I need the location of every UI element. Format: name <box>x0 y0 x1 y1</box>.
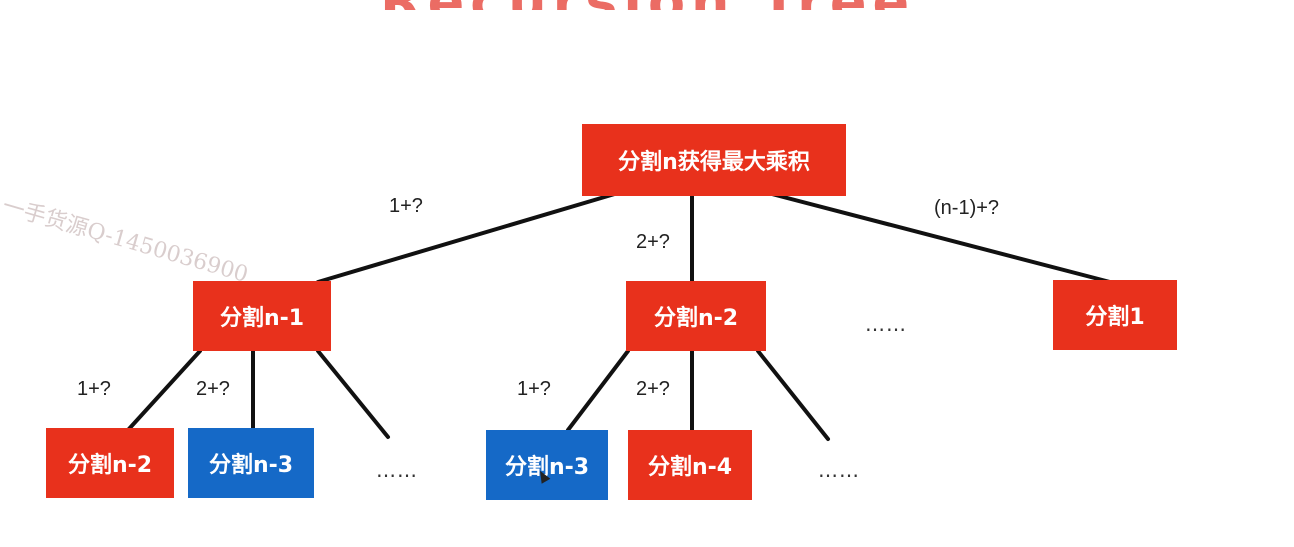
edge-root-n1 <box>316 191 620 284</box>
ellipsis-n1-more: …… <box>376 458 418 482</box>
edge-label-root-2: 2+? <box>636 231 670 253</box>
edge-label-n1-2: 2+? <box>196 378 230 400</box>
node-split-1: 分割1 <box>1053 280 1177 350</box>
ellipsis-n2-more: …… <box>818 458 860 482</box>
edge-label-n2-2: 2+? <box>636 378 670 400</box>
ellipsis-level1: …… <box>865 312 907 336</box>
edge-label-n1-1: 1+? <box>77 378 111 400</box>
edge-n1-more <box>316 349 390 439</box>
node-split-n-2-child: 分割n-2 <box>46 428 174 498</box>
edge-n2-more <box>756 349 830 441</box>
edge-label-root-n-1: (n-1)+? <box>934 197 1000 219</box>
edge-label-root-1: 1+? <box>389 195 423 217</box>
node-root: 分割n获得最大乘积 <box>582 124 846 196</box>
edge-label-n2-1: 1+? <box>517 378 551 400</box>
node-split-n-2: 分割n-2 <box>626 281 766 351</box>
node-split-n-1: 分割n-1 <box>193 281 331 351</box>
edge-n2-n3 <box>566 349 630 432</box>
edge-n1-n2 <box>126 349 202 432</box>
node-split-n-3-child-a: 分割n-3 <box>188 428 314 498</box>
node-split-n-3-child-b: 分割n-3 <box>486 430 608 500</box>
node-split-n-4: 分割n-4 <box>628 430 752 500</box>
recursion-tree-diagram: Recursion Tree 分割n获得最大乘积 分割n-1 分割n-2 分割1… <box>0 0 1294 547</box>
